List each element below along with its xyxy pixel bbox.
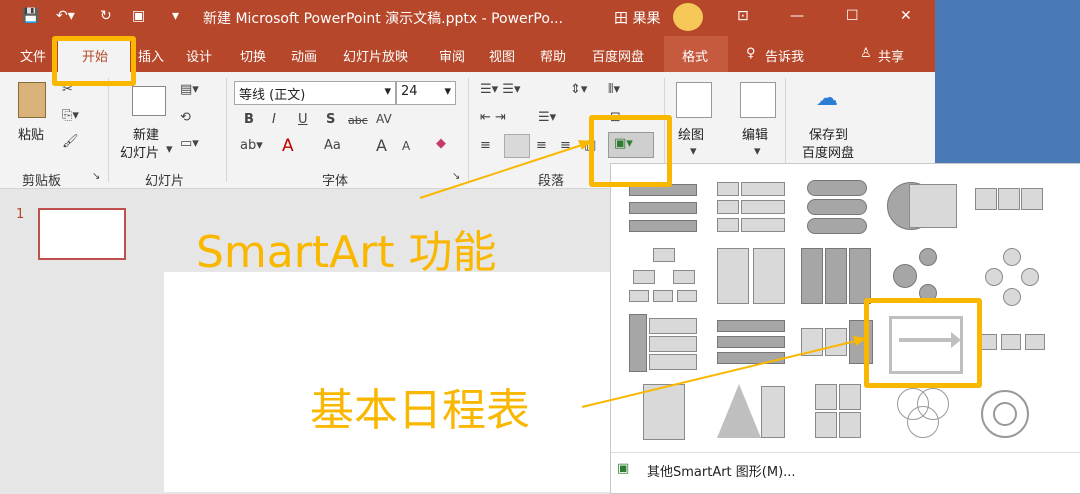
- annotation-smartart: SmartArt 功能: [196, 227, 497, 278]
- annotation-timeline: 基本日程表: [310, 385, 530, 436]
- annotation-arrows: [419, 140, 867, 408]
